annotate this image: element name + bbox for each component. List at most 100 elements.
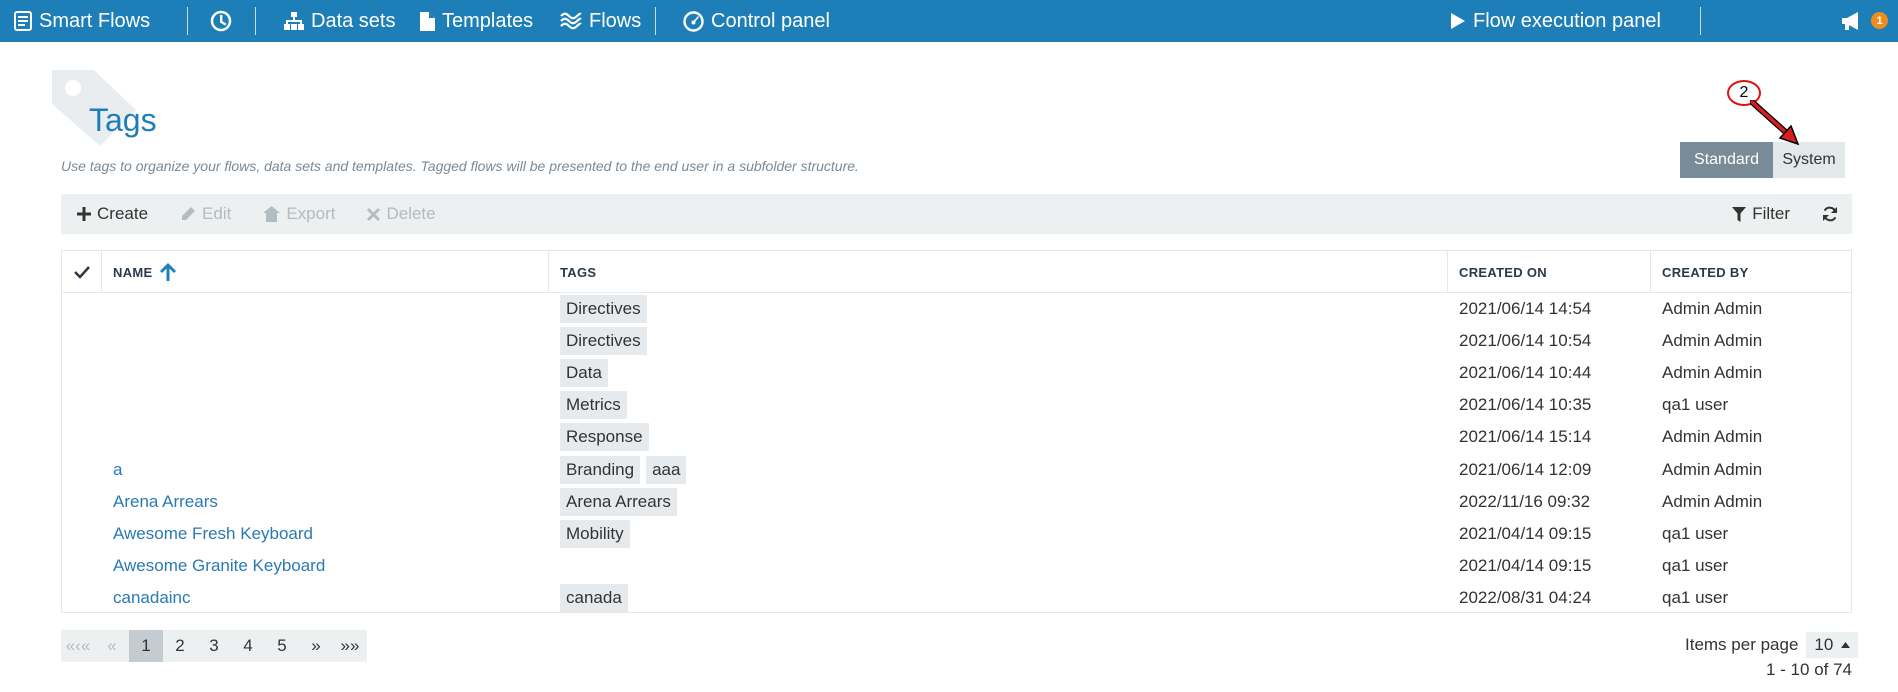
- tag-chip: Metrics: [560, 391, 627, 420]
- brand-label: Smart Flows: [39, 9, 151, 32]
- dashboard-gauge-icon: [683, 10, 704, 32]
- row-tags: Mobility: [560, 518, 636, 550]
- table-row[interactable]: Awesome Granite Keyboard 2021/04/14 09:15…: [62, 550, 1851, 582]
- nav-datasets[interactable]: Data sets: [284, 0, 395, 42]
- megaphone-icon: [1842, 12, 1858, 30]
- row-created-on: 2021/06/14 12:09: [1459, 459, 1592, 479]
- column-header-created-on[interactable]: CREATED ON: [1448, 251, 1651, 293]
- nav-templates[interactable]: Templates: [420, 0, 533, 42]
- export-button[interactable]: Export: [247, 204, 351, 224]
- sitemap-icon: [284, 12, 304, 30]
- export-house-icon: [263, 206, 281, 222]
- items-per-page: Items per page 10: [1685, 632, 1859, 658]
- sort-ascending-arrow-icon: [160, 263, 177, 281]
- flow-execution-panel-label: Flow execution panel: [1473, 9, 1661, 32]
- next-page-button[interactable]: »: [299, 630, 333, 662]
- row-created-on: 2021/04/14 09:15: [1459, 555, 1592, 575]
- page-number-button[interactable]: 1: [129, 630, 163, 662]
- create-button-label: Create: [97, 204, 149, 223]
- row-name-link[interactable]: canadainc: [113, 588, 191, 608]
- page-number-button[interactable]: 2: [163, 630, 197, 662]
- delete-button[interactable]: Delete: [351, 204, 451, 224]
- tag-chip: Mobility: [560, 519, 630, 548]
- row-created-on: 2021/06/14 10:54: [1459, 331, 1592, 351]
- checkmark-icon: [74, 265, 90, 279]
- items-per-page-value: 10: [1814, 635, 1834, 654]
- notifications-button[interactable]: [1842, 0, 1864, 42]
- row-created-by: Admin Admin: [1662, 459, 1763, 479]
- table-row[interactable]: Awesome Fresh Keyboard Mobility 2021/04/14…: [62, 518, 1851, 550]
- flow-execution-panel-link[interactable]: Flow execution panel: [1450, 0, 1661, 42]
- row-name: Awesome Granite Keyboard: [113, 550, 325, 582]
- nav-divider: [187, 7, 188, 35]
- table-row[interactable]: a Branding aaa 2021/06/14 12:09 Admin Admin: [62, 454, 1851, 486]
- select-all-checkbox[interactable]: [62, 251, 102, 293]
- plus-icon: [77, 207, 91, 221]
- pencil-icon: [182, 207, 196, 220]
- row-name-link[interactable]: a: [113, 460, 122, 480]
- row-tags: canada: [560, 582, 634, 614]
- tag-chip: Directives: [560, 295, 647, 323]
- page-title: Tags: [89, 102, 157, 138]
- clock-icon: [210, 10, 232, 32]
- edit-button-label: Edit: [202, 204, 232, 223]
- row-name-link[interactable]: Arena Arrears: [113, 492, 218, 512]
- row-created-on: 2021/06/14 10:35: [1459, 395, 1592, 415]
- table-row[interactable]: Response 2021/06/14 15:14 Admin Admin: [62, 421, 1851, 453]
- nav-flows[interactable]: Flows: [560, 0, 641, 42]
- history-button[interactable]: [210, 0, 232, 42]
- row-tags: Response: [560, 421, 655, 453]
- row-name-link[interactable]: Awesome Fresh Keyboard: [113, 524, 313, 544]
- row-created-by: qa1 user: [1662, 395, 1729, 415]
- brand-link[interactable]: Smart Flows: [14, 0, 150, 42]
- tag-chip: Arena Arrears: [560, 487, 677, 516]
- previous-page-button[interactable]: «: [95, 630, 129, 662]
- filter-button[interactable]: Filter: [1716, 204, 1806, 224]
- row-created-by: Admin Admin: [1662, 331, 1763, 351]
- close-x-icon: [367, 207, 381, 221]
- page-description: Use tags to organize your flows, data se…: [61, 158, 859, 174]
- row-created-by: Admin Admin: [1662, 299, 1763, 318]
- column-header-name[interactable]: NAME: [102, 251, 549, 293]
- row-name: Awesome Fresh Keyboard: [113, 518, 313, 550]
- column-header-created-by[interactable]: CREATED BY: [1651, 251, 1853, 293]
- row-created-by: Admin Admin: [1662, 427, 1763, 447]
- column-header-tags[interactable]: TAGS: [549, 251, 1448, 293]
- table-row[interactable]: Metrics 2021/06/14 10:35 qa1 user: [62, 389, 1851, 421]
- file-icon: [420, 11, 435, 31]
- items-per-page-select[interactable]: 10: [1806, 632, 1859, 658]
- table-row[interactable]: Directives 2021/06/14 10:54 Admin Admin: [62, 325, 1851, 357]
- row-created-on: 2021/06/14 14:54: [1459, 299, 1592, 318]
- table-row[interactable]: canadainc canada 2022/08/31 04:24 qa1 user: [62, 582, 1851, 614]
- row-created-by: qa1 user: [1662, 523, 1729, 543]
- create-button[interactable]: Create: [61, 204, 164, 224]
- table-row[interactable]: Directives 2021/06/14 14:54 Admin Admin: [62, 293, 1851, 325]
- table-row[interactable]: Data 2021/06/14 10:44 Admin Admin: [62, 357, 1851, 389]
- row-tags: Directives: [560, 293, 653, 325]
- edit-button[interactable]: Edit: [164, 204, 247, 224]
- row-tags: Metrics: [560, 389, 633, 421]
- first-page-button[interactable]: «‹«: [61, 630, 95, 662]
- page-number-button[interactable]: 5: [265, 630, 299, 662]
- nav-control-panel[interactable]: Control panel: [683, 0, 830, 42]
- tag-chip: aaa: [646, 455, 687, 484]
- nav-control-panel-label: Control panel: [711, 9, 830, 32]
- pagination: «‹« « 12345 » »»: [61, 630, 367, 662]
- row-name: canadainc: [113, 582, 191, 614]
- tag-chip: Branding: [560, 455, 641, 484]
- smart-flows-logo-icon: [14, 11, 32, 31]
- table-row[interactable]: Arena Arrears Arena Arrears 2022/11/16 09:…: [62, 486, 1851, 518]
- row-name-link[interactable]: Awesome Granite Keyboard: [113, 556, 325, 576]
- row-created-by: Admin Admin: [1662, 363, 1763, 383]
- annotation-arrow-icon: [1750, 100, 1800, 146]
- page-number-button[interactable]: 3: [197, 630, 231, 662]
- play-icon: [1451, 13, 1465, 29]
- nav-divider: [255, 7, 256, 35]
- items-per-page-label: Items per page: [1685, 635, 1799, 654]
- last-page-button[interactable]: »»: [333, 630, 367, 662]
- tag-chip: Data: [560, 359, 608, 388]
- nav-templates-label: Templates: [442, 9, 534, 32]
- nav-datasets-label: Data sets: [311, 9, 396, 32]
- refresh-button[interactable]: [1806, 206, 1852, 222]
- page-number-button[interactable]: 4: [231, 630, 265, 662]
